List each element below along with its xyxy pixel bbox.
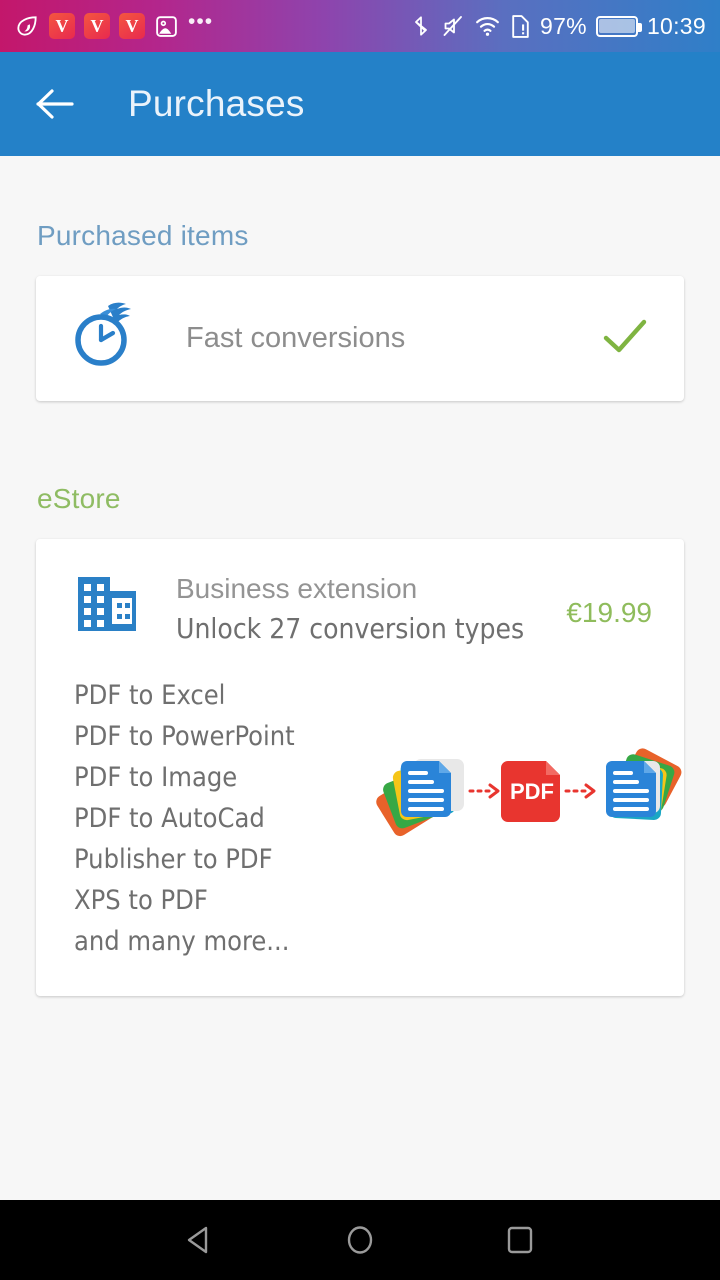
status-bar-system: 97% 10:39 — [410, 13, 706, 40]
system-navigation-bar — [0, 1200, 720, 1280]
back-arrow-icon[interactable] — [34, 82, 78, 126]
product-subtitle: Unlock 27 conversion types — [176, 612, 525, 645]
page-title: Purchases — [128, 83, 305, 124]
documents-stack-icon-right — [606, 748, 682, 820]
leaf-eye-icon — [14, 13, 40, 39]
app-badge-v-2: V — [84, 13, 110, 39]
battery-full-icon — [595, 15, 642, 37]
nav-home-icon[interactable] — [330, 1210, 390, 1270]
app-badge-v-1: V — [49, 13, 75, 39]
wifi-icon — [474, 14, 501, 38]
more-notifications-icon: ••• — [188, 9, 214, 33]
list-item: Publisher to PDF — [74, 844, 273, 875]
fast-clock-icon — [70, 300, 150, 377]
app-badge-v-3: V — [119, 13, 145, 39]
list-item: PDF to AutoCad — [74, 803, 265, 834]
list-item: PDF to PowerPoint — [74, 721, 295, 752]
nav-recents-icon[interactable] — [490, 1210, 550, 1270]
purchased-items-header: Purchased items — [37, 220, 249, 251]
status-bar: V V V ••• 97% 10:39 — [0, 0, 720, 52]
clock-label: 10:39 — [646, 12, 706, 39]
product-body: PDF to Excel PDF to PowerPoint PDF to Im… — [36, 649, 684, 962]
product-title: Business extension — [176, 573, 418, 604]
sim-card-alert-icon — [510, 14, 531, 39]
estore-header: eStore — [37, 483, 121, 514]
app-bar: Purchases — [0, 52, 720, 156]
photo-icon — [154, 14, 179, 39]
bluetooth-icon — [410, 13, 432, 39]
purchased-item-card[interactable]: Fast conversions — [36, 276, 684, 401]
check-icon — [602, 316, 648, 361]
product-price: €19.99 — [566, 597, 652, 628]
list-item: PDF to Image — [74, 762, 238, 793]
conversion-illustration: PDF — [374, 675, 684, 847]
main-content: Purchased items Fast conversions eStore — [0, 156, 720, 1200]
list-item: PDF to Excel — [74, 680, 226, 711]
estore-product-card[interactable]: Business extension Unlock 27 conversion … — [36, 539, 684, 996]
volume-mute-icon — [441, 13, 465, 39]
product-titles: Business extension Unlock 27 conversion … — [176, 569, 566, 649]
feature-list: PDF to Excel PDF to PowerPoint PDF to Im… — [74, 675, 374, 962]
svg-text:PDF: PDF — [510, 779, 554, 804]
pdf-file-icon: PDF — [501, 761, 560, 822]
phone-screen: V V V ••• 97% 10:39 Purchases Purchased … — [0, 0, 720, 1280]
list-item: and many more... — [74, 926, 290, 957]
list-item: XPS to PDF — [74, 885, 208, 916]
nav-back-icon[interactable] — [170, 1210, 230, 1270]
office-building-icon — [74, 573, 140, 640]
product-header: Business extension Unlock 27 conversion … — [36, 539, 684, 649]
status-bar-notifications: V V V ••• — [14, 9, 214, 39]
documents-stack-icon-left — [376, 759, 464, 837]
purchased-item-label: Fast conversions — [186, 322, 406, 354]
battery-percent-label: 97% — [540, 12, 587, 39]
